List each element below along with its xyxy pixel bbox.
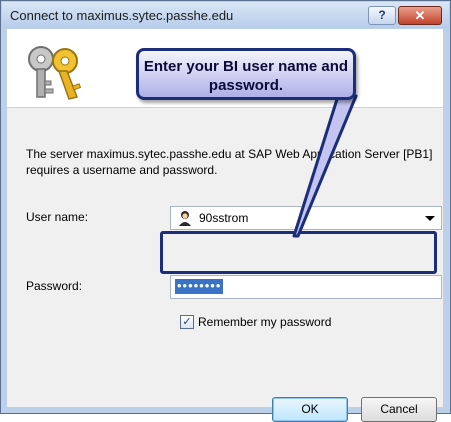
help-icon: ? bbox=[378, 8, 386, 22]
help-button[interactable]: ? bbox=[368, 6, 396, 25]
keys-icon bbox=[28, 46, 82, 100]
username-value: 90sstrom bbox=[199, 211, 249, 225]
user-icon bbox=[179, 211, 191, 226]
password-value: •••••••• bbox=[175, 278, 224, 294]
username-combobox[interactable]: 90sstrom bbox=[170, 206, 442, 230]
cancel-button[interactable]: Cancel bbox=[361, 397, 437, 422]
password-field[interactable]: •••••••• bbox=[170, 275, 442, 299]
server-description: The server maximus.sytec.passhe.edu at S… bbox=[26, 147, 433, 177]
close-icon: ✕ bbox=[414, 8, 426, 23]
remember-password-checkbox[interactable]: ✓ bbox=[180, 315, 194, 329]
username-label: User name: bbox=[26, 210, 89, 224]
title-bar[interactable]: Connect to maximus.sytec.passhe.edu ? ✕ bbox=[2, 2, 449, 28]
ok-button[interactable]: OK bbox=[272, 397, 348, 422]
password-highlight-box bbox=[160, 231, 437, 274]
instruction-callout: Enter your BI user name and password. bbox=[136, 48, 356, 100]
chevron-down-icon[interactable] bbox=[425, 216, 435, 221]
password-label: Password: bbox=[26, 279, 83, 293]
close-button[interactable]: ✕ bbox=[398, 6, 442, 25]
remember-password-label: Remember my password bbox=[198, 315, 332, 329]
window-title: Connect to maximus.sytec.passhe.edu bbox=[10, 8, 234, 23]
